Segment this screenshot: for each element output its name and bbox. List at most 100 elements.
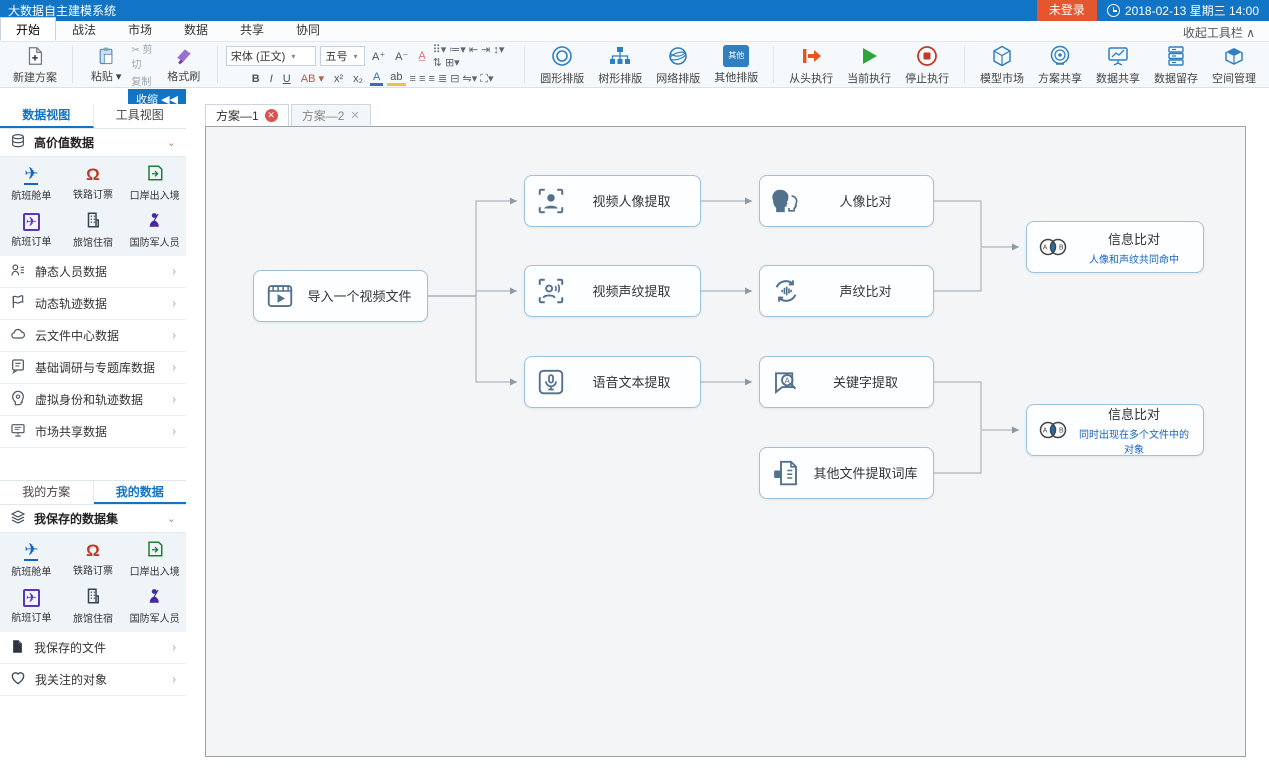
plan-share-button[interactable]: 方案共享 [1031,43,1089,87]
data-item-flight-manifest[interactable]: ✈ 航班舱单 [2,161,61,205]
layers-icon [10,509,26,528]
tab-my-data[interactable]: 我的数据 [94,481,187,504]
close-tab-icon[interactable]: ✕ [265,109,278,122]
tree-layout-button[interactable]: 树形排版 [591,43,649,87]
node-face-compare[interactable]: 人像比对 [759,175,934,227]
data-share-button[interactable]: 数据共享 [1089,43,1147,87]
collapse-toolbar-button[interactable]: 收起工具栏 ∧ [1183,24,1269,41]
ribbon-tab-market[interactable]: 市场 [112,17,168,41]
saved-item-rail-ticket[interactable]: Ω 铁路订票 [64,537,123,581]
list-indent-buttons[interactable]: ⠿▾ ≔▾ ⇤ ⇥ ↕▾ ⇅ ⊞▾ [433,43,517,69]
node-speech-to-text[interactable]: 语音文本提取 [524,356,701,408]
group-sharing: 模型市场 方案共享 数据共享 数据留存 [967,42,1269,87]
microphone-icon [525,367,577,397]
sidebar-view-tabs: 数据视图 工具视图 [0,104,186,129]
saved-item-flight-order[interactable]: ✈ 航班订单 [2,584,61,628]
node-info-compare-2[interactable]: A B 信息比对 同时出现在多个文件中的对象 [1026,404,1204,456]
node-import-video[interactable]: 导入一个视频文件 [253,270,428,322]
font-family-select[interactable]: 宋体 (正文) ▾ [226,46,317,66]
shrink-font-button[interactable]: A⁻ [392,50,411,63]
data-item-flight-order[interactable]: ✈ 航班订单 [2,208,61,252]
data-item-military-personnel[interactable]: 国防军人员 [125,208,184,252]
node-voiceprint-compare[interactable]: 声纹比对 [759,265,934,317]
italic-button[interactable]: I [267,73,276,85]
category-dynamic-trajectory-data[interactable]: 动态轨迹数据 › [0,288,186,320]
font-color-button[interactable]: A [370,71,383,86]
clear-format-button[interactable]: A̲ [415,50,428,62]
ribbon-tab-data[interactable]: 数据 [168,17,224,41]
bold-button[interactable]: B [249,73,263,85]
run-from-start-button[interactable]: 从头执行 [782,43,840,87]
other-layout-button[interactable]: 其他 其他排版 [707,43,765,87]
space-management-button[interactable]: 空间管理 [1205,43,1263,87]
soldier-icon [146,211,164,232]
person-card-icon [10,262,26,281]
underline-button[interactable]: U [280,73,294,85]
data-retention-button[interactable]: 数据留存 [1147,43,1205,87]
server-stack-icon [1164,44,1188,68]
node-keyword-extract[interactable]: A 关键字提取 [759,356,934,408]
plan-tab-2[interactable]: 方案—2 ✕ [291,104,371,126]
tab-tool-view[interactable]: 工具视图 [94,104,187,128]
ribbon-tab-tactics[interactable]: 战法 [56,17,112,41]
ribbon-divider [964,46,965,83]
presentation-chart-icon [1106,44,1130,68]
ribbon-tab-share[interactable]: 共享 [224,17,280,41]
tab-my-plans[interactable]: 我的方案 [0,481,94,504]
stop-button[interactable]: 停止执行 [898,43,956,87]
datetime-label: 2018-02-13 星期三 14:00 [1125,2,1259,19]
model-market-button[interactable]: 模型市场 [973,43,1031,87]
data-item-border-entry[interactable]: 口岸出入境 [125,161,184,205]
section-high-value-data[interactable]: 高价值数据 ⌄ [0,129,186,157]
category-market-shared-data[interactable]: 市场共享数据 › [0,416,186,448]
close-tab-icon[interactable]: ✕ [350,109,359,122]
section-saved-datasets[interactable]: 我保存的数据集 ⌄ [0,505,186,533]
paste-button[interactable]: 粘贴 ▾ [81,43,132,87]
chevron-right-icon: › [172,674,176,686]
new-plan-button[interactable]: 新建方案 [6,43,64,87]
grow-font-button[interactable]: A⁺ [369,50,388,63]
circle-layout-button[interactable]: 圆形排版 [533,43,591,87]
plan-tab-1[interactable]: 方案—1 ✕ [205,104,289,126]
font-size-value: 五号 [325,48,347,64]
data-item-rail-ticket[interactable]: Ω 铁路订票 [64,161,123,205]
saved-item-hotel-stay[interactable]: 旅馆住宿 [64,584,123,628]
align-buttons[interactable]: ≡ ≡ ≡ ≣ ⊟ ⇋▾ ⛶▾ [410,72,494,86]
cut-button[interactable]: ✂ 剪切 [131,41,158,71]
category-research-thematic-data[interactable]: 基础调研与专题库数据 › [0,352,186,384]
node-info-compare-1[interactable]: A B 信息比对 人像和声纹共同命中 [1026,221,1204,273]
superscript-button[interactable]: x² [331,73,346,85]
ribbon-tab-collab[interactable]: 协同 [280,17,336,41]
my-followed-objects-row[interactable]: 我关注的对象 › [0,664,186,696]
copy-button[interactable]: 复制 [131,73,158,88]
subscript-button[interactable]: x₂ [350,73,366,85]
my-saved-files-row[interactable]: 我保存的文件 › [0,632,186,664]
node-video-face-extract[interactable]: 视频人像提取 [524,175,701,227]
high-value-item-grid: ✈ 航班舱单 Ω 铁路订票 口岸出入境 ✈ 航班订单 [0,157,186,256]
category-static-person-data[interactable]: 静态人员数据 › [0,256,186,288]
category-cloud-file-data[interactable]: 云文件中心数据 › [0,320,186,352]
network-layout-button[interactable]: 网络排版 [649,43,707,87]
highlight-button[interactable]: ab [387,71,405,86]
node-other-files-lexicon[interactable]: 其他文件提取词库 [759,447,934,499]
run-current-button[interactable]: 当前执行 [840,43,898,87]
saved-item-border-entry[interactable]: 口岸出入境 [125,537,184,581]
flow-canvas[interactable]: 导入一个视频文件 视频人像提取 视频声纹提取 语音文本提取 人像 [205,126,1246,757]
saved-item-military-personnel[interactable]: 国防军人员 [125,584,184,628]
tab-data-view[interactable]: 数据视图 [0,104,94,128]
saved-item-flight-manifest[interactable]: ✈ 航班舱单 [2,537,61,581]
chevron-right-icon: › [172,394,176,406]
category-virtual-identity-data[interactable]: 虚拟身份和轨迹数据 › [0,384,186,416]
strikethrough-button[interactable]: AB ▾ [298,72,327,85]
chevron-right-icon: › [172,330,176,342]
data-item-hotel-stay[interactable]: 旅馆住宿 [64,208,123,252]
new-plan-label: 新建方案 [13,69,57,85]
ribbon-divider [524,46,525,83]
login-status-button[interactable]: 未登录 [1037,0,1097,21]
group-clipboard: 粘贴 ▾ ✂ 剪切 复制 格式刷 [75,42,215,87]
font-size-select[interactable]: 五号 ▾ [320,46,365,66]
node-video-voiceprint-extract[interactable]: 视频声纹提取 [524,265,701,317]
ribbon-tab-start[interactable]: 开始 [0,17,56,41]
format-painter-button[interactable]: 格式刷 [159,43,210,87]
ribbon-divider [773,46,774,83]
